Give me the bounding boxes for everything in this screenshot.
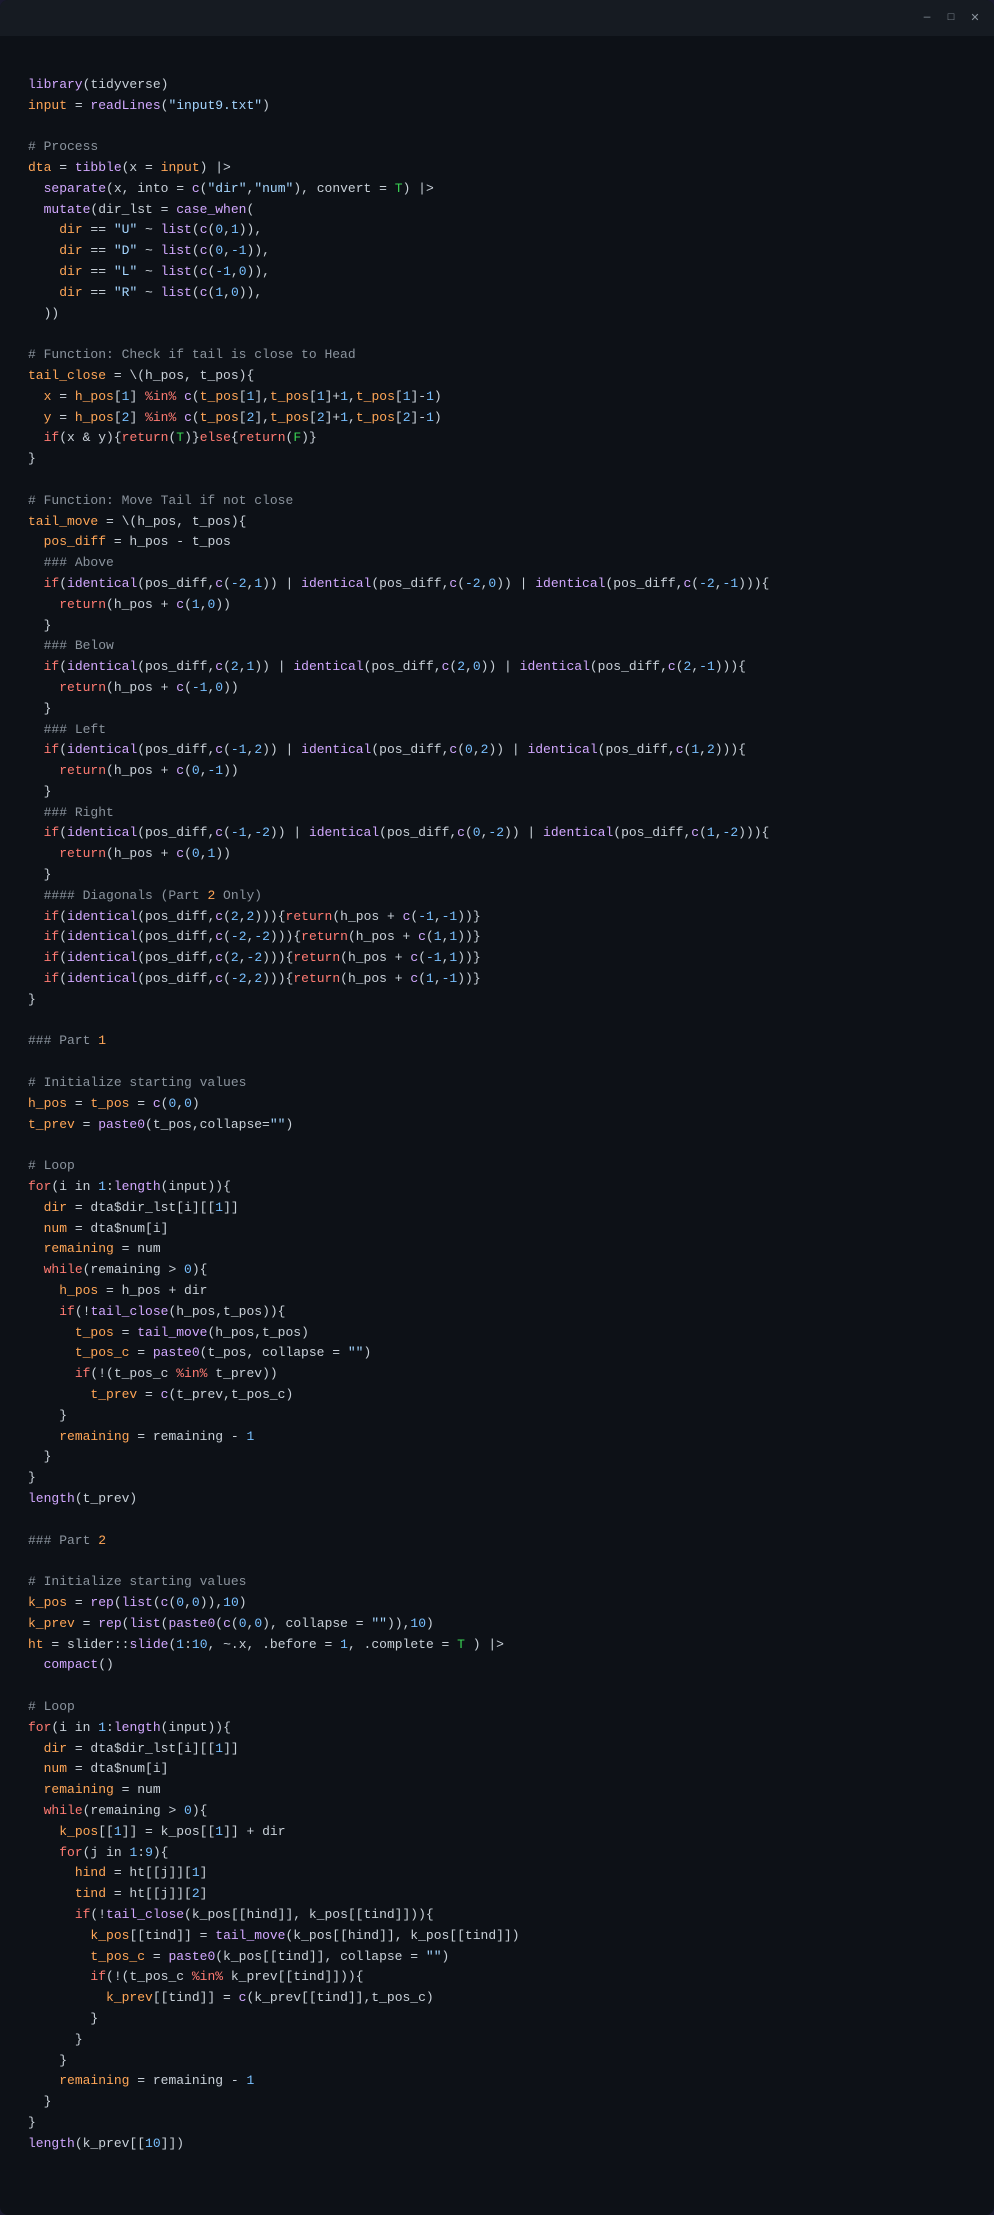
maximize-button[interactable]: □ bbox=[944, 11, 958, 25]
title-bar: — □ ✕ bbox=[0, 0, 994, 36]
editor-window: — □ ✕ library(tidyverse) input = readLin… bbox=[0, 0, 994, 2215]
close-button[interactable]: ✕ bbox=[968, 11, 982, 25]
minimize-button[interactable]: — bbox=[920, 11, 934, 25]
code-editor[interactable]: library(tidyverse) input = readLines("in… bbox=[0, 36, 994, 2215]
